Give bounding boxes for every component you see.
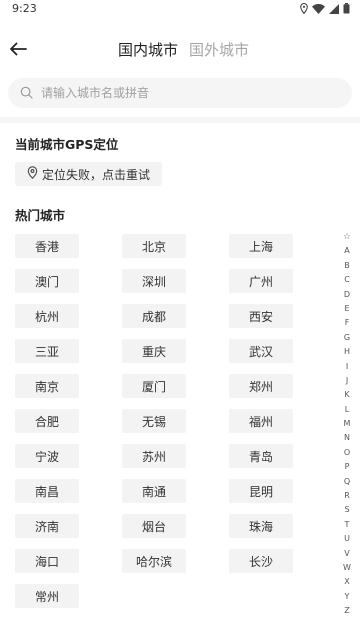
city-chip[interactable]: 三亚: [15, 339, 79, 363]
city-chip[interactable]: 南通: [122, 479, 186, 503]
search-icon: [20, 84, 33, 103]
gps-section-title: 当前城市GPS定位: [15, 137, 119, 152]
city-chip[interactable]: 常州: [15, 584, 79, 608]
index-letter[interactable]: P: [345, 460, 350, 474]
location-pin-icon: [27, 166, 42, 182]
gps-status-label: 定位失败，点击重试: [42, 167, 151, 182]
index-letter[interactable]: H: [344, 345, 350, 359]
index-letter[interactable]: O: [344, 446, 350, 460]
index-letter[interactable]: T: [345, 518, 350, 532]
city-chip[interactable]: 南昌: [15, 479, 79, 503]
index-letter[interactable]: R: [344, 489, 350, 503]
index-letter[interactable]: N: [344, 431, 350, 445]
city-chip[interactable]: 昆明: [229, 479, 293, 503]
city-chip[interactable]: 济南: [15, 514, 79, 538]
tab-foreign-cities[interactable]: 国外城市: [189, 39, 249, 60]
index-letter[interactable]: F: [345, 316, 350, 330]
section-divider: [0, 117, 360, 123]
index-letter[interactable]: C: [344, 273, 350, 287]
city-chip[interactable]: 烟台: [122, 514, 186, 538]
battery-icon: [343, 3, 350, 14]
city-chip[interactable]: 无锡: [122, 409, 186, 433]
index-letter[interactable]: S: [344, 503, 349, 517]
index-letter[interactable]: A: [344, 244, 349, 258]
index-letter[interactable]: Q: [344, 475, 350, 489]
index-letter[interactable]: X: [344, 575, 349, 589]
index-letter[interactable]: E: [344, 302, 349, 316]
city-chip[interactable]: 苏州: [122, 444, 186, 468]
city-chip[interactable]: 成都: [122, 304, 186, 328]
wifi-icon: [312, 3, 325, 14]
index-letter[interactable]: B: [344, 259, 350, 273]
city-chip[interactable]: 郑州: [229, 374, 293, 398]
header: 国内城市 国外城市: [0, 30, 360, 70]
index-letter[interactable]: D: [344, 288, 350, 302]
status-icons: [300, 3, 350, 14]
index-letter[interactable]: U: [344, 532, 350, 546]
city-chip[interactable]: 南京: [15, 374, 79, 398]
city-chip[interactable]: 宁波: [15, 444, 79, 468]
city-chip[interactable]: 哈尔滨: [122, 549, 186, 573]
city-chip[interactable]: 澳门: [15, 269, 79, 293]
back-button[interactable]: [6, 38, 30, 62]
city-chip[interactable]: 杭州: [15, 304, 79, 328]
city-chip[interactable]: 深圳: [122, 269, 186, 293]
index-letter[interactable]: K: [344, 388, 349, 402]
city-chip[interactable]: 福州: [229, 409, 293, 433]
index-letter[interactable]: Z: [344, 604, 349, 618]
city-chip[interactable]: 海口: [15, 549, 79, 573]
signal-icon: [329, 3, 339, 14]
index-letter[interactable]: Y: [345, 590, 350, 604]
city-chip[interactable]: 珠海: [229, 514, 293, 538]
gps-retry-button[interactable]: 定位失败，点击重试: [15, 162, 163, 186]
status-bar: 9:23: [0, 0, 360, 20]
city-chip[interactable]: 香港: [15, 234, 79, 258]
status-time: 9:23: [12, 2, 37, 15]
arrow-left-icon: [9, 41, 27, 60]
location-icon: [300, 3, 308, 14]
tab-domestic-cities[interactable]: 国内城市: [118, 39, 178, 60]
city-chip[interactable]: 厦门: [122, 374, 186, 398]
search-box[interactable]: [8, 78, 352, 108]
hot-cities-title: 热门城市: [15, 208, 66, 223]
index-letter[interactable]: V: [344, 547, 349, 561]
city-chip[interactable]: 西安: [229, 304, 293, 328]
index-hot-star[interactable]: ☆: [343, 230, 351, 244]
city-chip[interactable]: 青岛: [229, 444, 293, 468]
city-chip[interactable]: 合肥: [15, 409, 79, 433]
index-letter[interactable]: I: [346, 360, 348, 374]
city-chip[interactable]: 广州: [229, 269, 293, 293]
city-chip[interactable]: 重庆: [122, 339, 186, 363]
index-letter[interactable]: M: [344, 417, 351, 431]
city-chip[interactable]: 武汉: [229, 339, 293, 363]
index-letter[interactable]: G: [344, 331, 350, 345]
hot-city-grid: 香港 北京 上海 澳门 深圳 广州 杭州 成都 西安 三亚 重庆 武汉 南京 厦…: [15, 234, 293, 608]
index-letter[interactable]: W: [343, 561, 351, 575]
city-chip[interactable]: 上海: [229, 234, 293, 258]
alphabet-index-bar: ☆ A B C D E F G H I J K L M N O P Q R S …: [340, 230, 354, 619]
search-input[interactable]: [41, 86, 321, 100]
index-letter[interactable]: L: [345, 403, 349, 417]
city-chip[interactable]: 长沙: [229, 549, 293, 573]
index-letter[interactable]: J: [346, 374, 348, 388]
city-chip[interactable]: 北京: [122, 234, 186, 258]
